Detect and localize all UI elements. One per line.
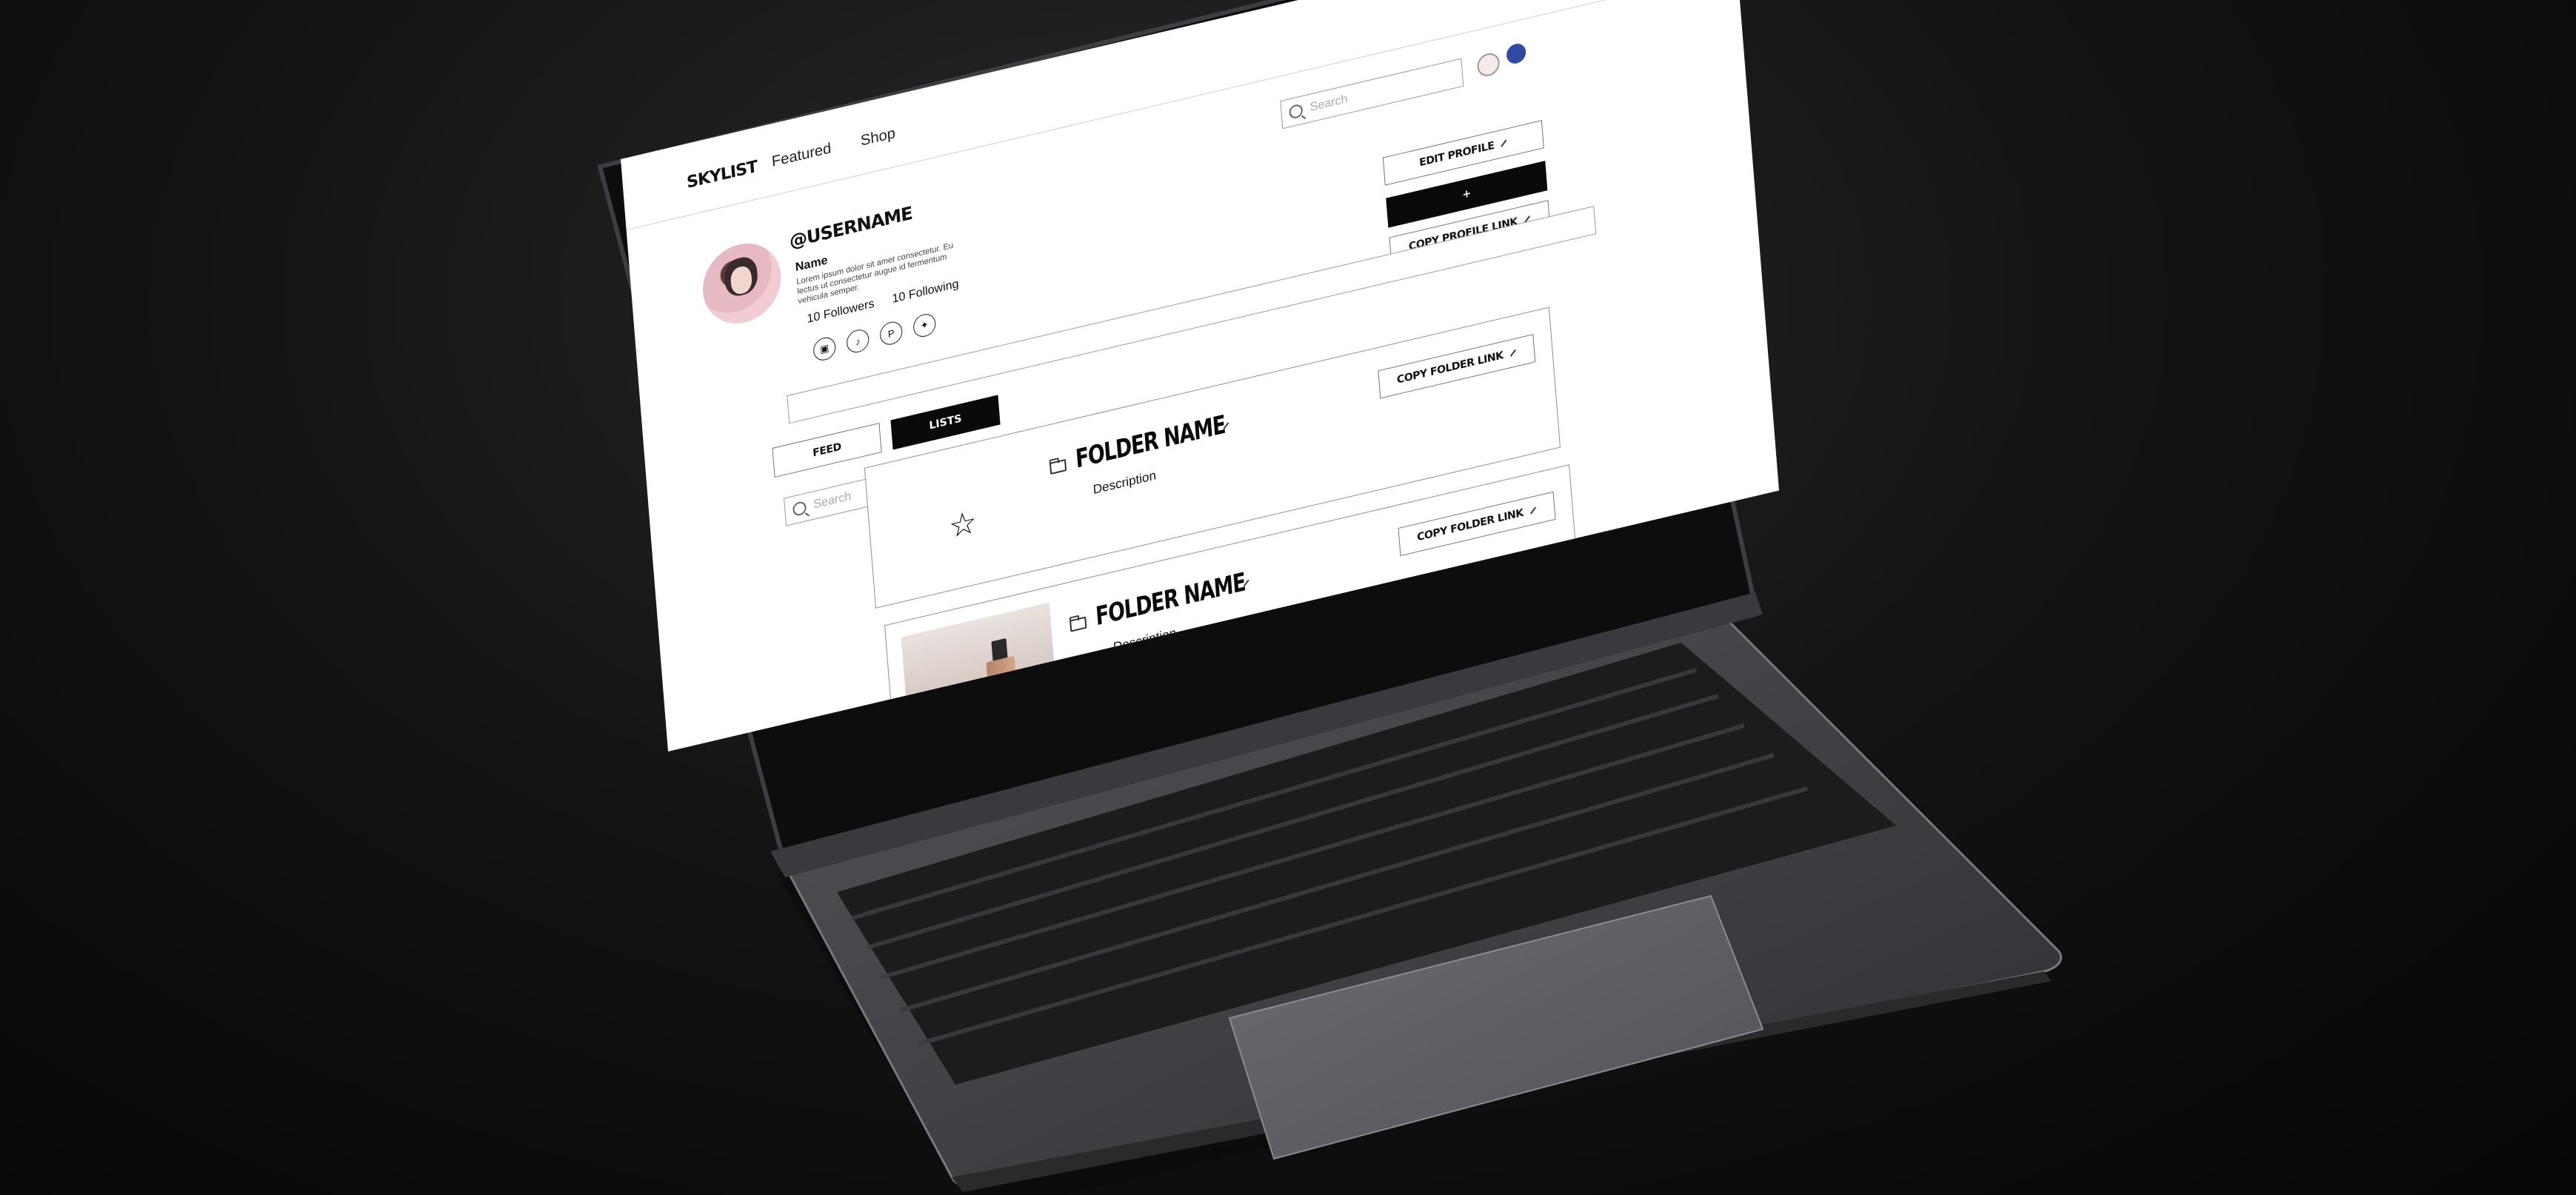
- user-avatar-icon[interactable]: [1506, 41, 1527, 66]
- tiktok-icon[interactable]: ♪: [846, 327, 870, 355]
- folder-description: Description: [1092, 468, 1157, 498]
- folder-icon: [1049, 458, 1067, 475]
- header-search-placeholder: Search: [1309, 93, 1349, 115]
- copy-folder-link-button[interactable]: COPY FOLDER LINK: [1378, 334, 1536, 399]
- profile-handle: @USERNAME: [788, 202, 913, 252]
- add-button-label: +: [1461, 187, 1472, 201]
- instagram-icon[interactable]: ▣: [812, 335, 837, 363]
- nav-link-featured[interactable]: Featured: [771, 140, 832, 171]
- copy-folder-link-label: COPY FOLDER LINK: [1396, 349, 1504, 386]
- copy-folder-link-label: COPY FOLDER LINK: [1416, 506, 1524, 544]
- tab-lists-label: LISTS: [928, 412, 963, 432]
- profile-bio: Lorem ipsum dolor sit amet consectetur. …: [795, 241, 954, 307]
- nav-link-shop[interactable]: Shop: [860, 125, 896, 150]
- list-search-placeholder: Search: [812, 489, 852, 512]
- notification-avatar-icon[interactable]: [1476, 50, 1501, 78]
- folder-title[interactable]: FOLDER NAME: [1075, 409, 1227, 474]
- copy-folder-link-button[interactable]: COPY FOLDER LINK: [1398, 491, 1556, 557]
- tab-feed-label: FEED: [812, 441, 842, 460]
- search-icon: [1289, 103, 1304, 120]
- link-icon: [1529, 506, 1536, 515]
- folder-icon: [1070, 616, 1087, 632]
- brand-logo[interactable]: SKYLIST: [686, 158, 758, 193]
- pinterest-icon[interactable]: P: [879, 319, 904, 347]
- edit-profile-label: EDIT PROFILE: [1418, 139, 1495, 170]
- list-search-icon: [792, 500, 807, 518]
- twitter-icon[interactable]: ✦: [912, 312, 937, 340]
- star-icon: ☆: [947, 503, 978, 545]
- pencil-icon: [1501, 139, 1507, 147]
- link-icon: [1509, 349, 1516, 357]
- profile-avatar: [700, 235, 784, 332]
